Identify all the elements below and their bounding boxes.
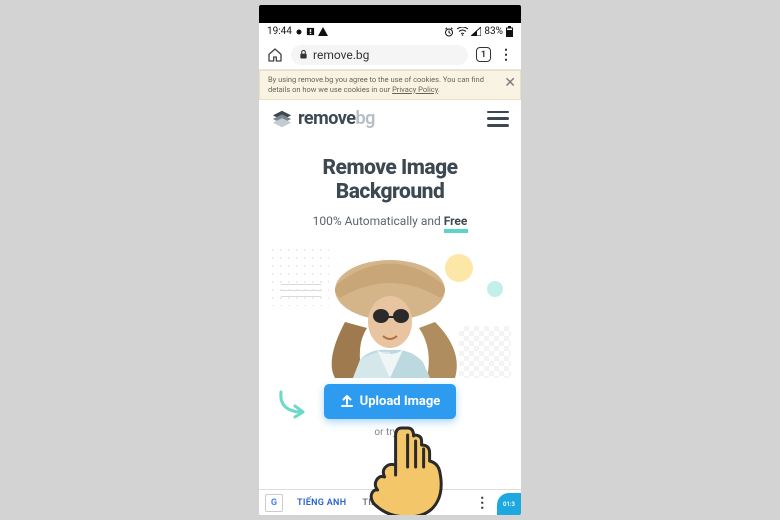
status-left: 19:44 (267, 26, 328, 37)
site-header: removebg (259, 100, 521, 138)
cookie-close-icon[interactable]: ✕ (504, 74, 516, 92)
lock-icon (299, 50, 308, 59)
battery-text: 83% (484, 26, 503, 37)
wifi-icon (457, 27, 468, 36)
cookie-text: By using remove.bg you agree to the use … (268, 75, 484, 94)
phone-screen: 19:44 83% remove.bg 1 ⋮ By using remove.… (259, 5, 521, 515)
logo-text: removebg (298, 108, 375, 129)
google-translate-icon[interactable]: G (265, 494, 283, 512)
decor-circle-teal (487, 281, 503, 297)
hero-section: Remove Image Background 100% Automatical… (259, 138, 521, 228)
error-icon (306, 27, 315, 36)
tabs-count-badge[interactable]: 1 (476, 47, 491, 62)
lang-tab-english[interactable]: TIẾNG ANH (289, 498, 354, 508)
logo-diamond-icon (271, 108, 293, 130)
upload-image-button[interactable]: Upload Image (324, 384, 457, 419)
top-black-bar (259, 5, 521, 23)
upload-icon (340, 394, 354, 408)
status-right: 83% (444, 26, 513, 37)
signal-icon (471, 27, 481, 36)
warning-icon (318, 27, 328, 36)
translate-menu-icon[interactable]: ⋮ (469, 495, 495, 511)
url-field[interactable]: remove.bg (291, 45, 468, 65)
hero-subtitle: 100% Automatically and Free (275, 214, 505, 228)
hero-illustration (269, 246, 511, 378)
woman-image (305, 250, 475, 378)
hero-title: Remove Image Background (275, 156, 505, 204)
pointing-hand-icon (368, 423, 448, 515)
url-text: remove.bg (313, 48, 369, 62)
upload-button-label: Upload Image (360, 394, 441, 409)
battery-icon (506, 26, 513, 37)
hamburger-menu-icon[interactable] (487, 111, 509, 127)
free-label: Free (444, 214, 468, 228)
browser-url-bar: remove.bg 1 ⋮ (259, 40, 521, 70)
privacy-policy-link[interactable]: Privacy Policy (392, 85, 438, 94)
status-time: 19:44 (267, 26, 292, 37)
cookie-banner: By using remove.bg you agree to the use … (259, 70, 521, 100)
alarm-icon (444, 27, 454, 37)
curved-arrow-icon (277, 386, 311, 420)
logo[interactable]: removebg (271, 108, 375, 130)
record-icon (295, 28, 303, 36)
status-bar: 19:44 83% (259, 23, 521, 40)
browser-menu-icon[interactable]: ⋮ (499, 47, 513, 63)
home-icon[interactable] (267, 47, 283, 63)
side-overlay-bubble[interactable]: 01:3 (497, 493, 521, 515)
